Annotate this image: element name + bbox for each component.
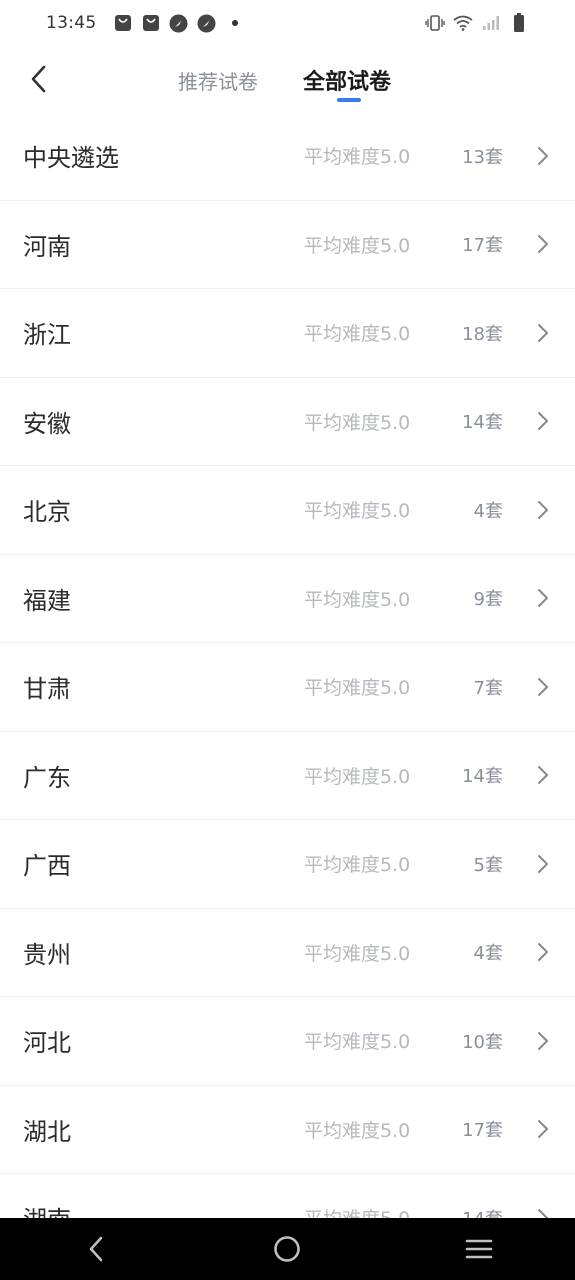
- chevron-right-icon: [535, 1030, 551, 1052]
- chevron-right-icon: [535, 145, 551, 167]
- list-item-count: 18套: [462, 323, 503, 345]
- list-item-difficulty: 平均难度5.0: [304, 588, 411, 611]
- list-item[interactable]: 福建 平均难度5.0 9套: [0, 555, 575, 643]
- exam-list: 中央遴选 平均难度5.0 13套 河南 平均难度5.0 17套 浙江 平均难度5.0 18套 安徽…: [0, 112, 575, 1263]
- list-item-count: 4套: [473, 943, 503, 965]
- list-item-name: 广西: [23, 852, 71, 881]
- chevron-right-icon: [535, 764, 551, 786]
- list-item[interactable]: 河北 平均难度5.0 10套: [0, 997, 575, 1086]
- status-left: 13:45: [46, 13, 245, 33]
- chevron-right-icon: [535, 941, 551, 963]
- wifi-icon: [453, 13, 473, 33]
- home-circle-icon: [274, 1236, 301, 1262]
- nav-back-button[interactable]: [66, 1224, 126, 1274]
- list-item-count: 14套: [462, 412, 503, 434]
- menu-lines-icon: [465, 1239, 493, 1259]
- screen: 13:45 推荐试卷 全部试卷 中央遴选 平均难度5.0 13套 河南 平均难度…: [0, 0, 575, 1280]
- list-item[interactable]: 安徽 平均难度5.0 14套: [0, 378, 575, 466]
- compass-icon: [169, 13, 189, 33]
- list-item-count: 17套: [462, 1120, 503, 1142]
- list-item-name: 湖北: [23, 1117, 71, 1146]
- status-bar: 13:45: [0, 0, 575, 46]
- list-item[interactable]: 贵州 平均难度5.0 4套: [0, 909, 575, 997]
- chevron-right-icon: [535, 853, 551, 875]
- list-item-count: 10套: [462, 1031, 503, 1053]
- dot-icon: [225, 13, 245, 33]
- chevron-right-icon: [535, 233, 551, 255]
- list-item-name: 甘肃: [23, 675, 71, 704]
- status-right: [425, 13, 529, 33]
- list-item[interactable]: 甘肃 平均难度5.0 7套: [0, 643, 575, 732]
- chevron-right-icon: [535, 1118, 551, 1140]
- chevron-right-icon: [535, 499, 551, 521]
- list-item-count: 5套: [473, 854, 503, 876]
- list-item[interactable]: 中央遴选 平均难度5.0 13套: [0, 112, 575, 201]
- list-item-count: 7套: [473, 677, 503, 699]
- list-item[interactable]: 河南 平均难度5.0 17套: [0, 201, 575, 289]
- tab-active-indicator: [337, 98, 361, 102]
- list-item-difficulty: 平均难度5.0: [304, 234, 411, 257]
- list-item-name: 广东: [23, 763, 71, 792]
- nav-home-button[interactable]: [257, 1224, 317, 1274]
- list-item-name: 河南: [23, 232, 71, 261]
- list-item-difficulty: 平均难度5.0: [304, 1031, 411, 1054]
- chevron-right-icon: [535, 322, 551, 344]
- tab-all[interactable]: 全部试卷: [303, 64, 391, 96]
- chevron-right-icon: [535, 587, 551, 609]
- vibrate-icon: [425, 13, 445, 33]
- nav-menu-button[interactable]: [449, 1224, 509, 1274]
- list-item-difficulty: 平均难度5.0: [304, 1119, 411, 1142]
- back-triangle-icon: [89, 1236, 103, 1262]
- list-item-difficulty: 平均难度5.0: [304, 146, 411, 169]
- list-item-count: 9套: [473, 589, 503, 611]
- signal-icon: [481, 13, 501, 33]
- list-item-name: 福建: [23, 586, 71, 615]
- list-item-name: 北京: [23, 498, 71, 527]
- chevron-right-icon: [535, 676, 551, 698]
- tabs: 推荐试卷 全部试卷: [0, 46, 575, 116]
- list-item-name: 河北: [23, 1029, 71, 1058]
- list-item-difficulty: 平均难度5.0: [304, 677, 411, 700]
- list-item-difficulty: 平均难度5.0: [304, 854, 411, 877]
- list-item-difficulty: 平均难度5.0: [304, 323, 411, 346]
- list-item-count: 13套: [462, 146, 503, 168]
- list-item-name: 中央遴选: [23, 144, 119, 173]
- tab-recommended[interactable]: 推荐试卷: [178, 66, 258, 95]
- list-item-name: 安徽: [23, 409, 71, 438]
- battery-icon: [509, 13, 529, 33]
- list-item-count: 4套: [473, 500, 503, 522]
- header: 推荐试卷 全部试卷: [0, 46, 575, 116]
- system-nav-bar: [0, 1218, 575, 1280]
- chevron-right-icon: [535, 410, 551, 432]
- list-item[interactable]: 北京 平均难度5.0 4套: [0, 466, 575, 555]
- list-item-count: 17套: [462, 235, 503, 257]
- list-item-name: 浙江: [23, 321, 71, 350]
- list-item[interactable]: 广东 平均难度5.0 14套: [0, 732, 575, 820]
- list-item-difficulty: 平均难度5.0: [304, 942, 411, 965]
- compass-icon: [197, 13, 217, 33]
- list-item[interactable]: 湖北 平均难度5.0 17套: [0, 1086, 575, 1174]
- list-item-count: 14套: [462, 766, 503, 788]
- list-item-difficulty: 平均难度5.0: [304, 765, 411, 788]
- list-item-difficulty: 平均难度5.0: [304, 411, 411, 434]
- list-item-difficulty: 平均难度5.0: [304, 500, 411, 523]
- bag-icon: [141, 13, 161, 33]
- list-item-name: 贵州: [23, 940, 71, 969]
- status-time: 13:45: [46, 13, 97, 33]
- bag-icon: [113, 13, 133, 33]
- list-item[interactable]: 浙江 平均难度5.0 18套: [0, 289, 575, 378]
- list-item[interactable]: 广西 平均难度5.0 5套: [0, 820, 575, 909]
